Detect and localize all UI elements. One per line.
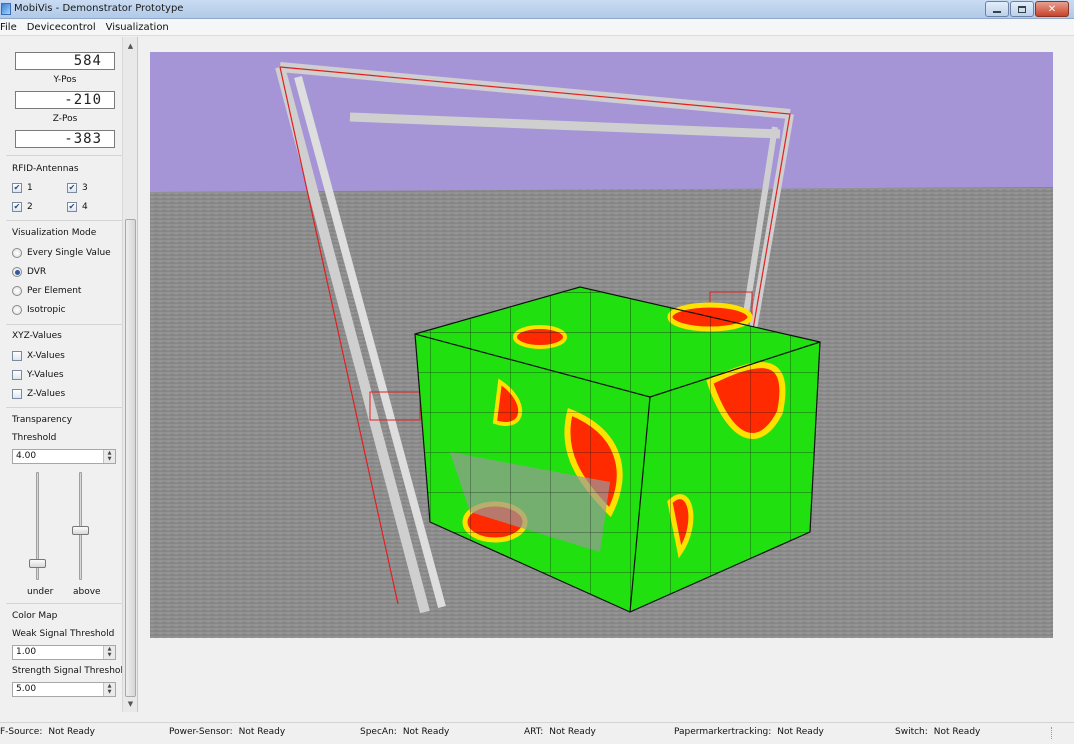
y-pos-display: -210 [15,91,115,109]
scroll-down-icon[interactable]: ▼ [123,697,138,711]
rfid-section-title: RFID-Antennas [12,164,79,174]
threshold-label: Threshold [12,433,57,443]
menu-file[interactable]: File [0,22,20,33]
radio-selected-icon [12,267,22,277]
vis-mode-section-title: Visualization Mode [12,228,97,238]
divider [6,407,122,408]
radio-icon [12,248,22,258]
x-values-checkbox[interactable]: X-Values [12,351,65,361]
checkbox-icon [12,389,22,399]
radio-icon [12,286,22,296]
window-title: MobiVis - Demonstrator Prototype [14,3,184,14]
radio-dvr[interactable]: DVR [12,267,46,277]
scroll-up-icon[interactable]: ▲ [123,39,138,53]
scene-render [150,52,1053,638]
divider [6,155,122,156]
menu-bar: File Devicecontrol Visualization [0,19,1074,36]
antenna-3-checkbox[interactable]: ✔ 3 [67,183,88,193]
antenna-1-checkbox[interactable]: ✔ 1 [12,183,33,193]
status-power-sensor: Power-Sensor: Not Ready [169,727,286,737]
antenna-2-checkbox[interactable]: ✔ 2 [12,202,33,212]
spin-arrows-icon[interactable]: ▲ ▼ [103,646,115,659]
threshold-spinbox[interactable]: 4.00 ▲ ▼ [12,449,116,464]
transparency-section-title: Transparency [12,415,73,425]
radio-isotropic[interactable]: Isotropic [12,305,66,315]
scrollbar-thumb[interactable] [125,219,136,697]
status-switch: Switch: Not Ready [895,727,981,737]
spin-arrows-icon[interactable]: ▲ ▼ [103,450,115,463]
checkbox-icon [12,370,22,380]
checkbox-checked-icon: ✔ [67,183,77,193]
status-papermarkertracking: Papermarkertracking: Not Ready [674,727,824,737]
minimize-icon [993,10,1001,13]
status-specan: SpecAn: Not Ready [360,727,450,737]
app-icon [1,3,11,15]
panel-scrollbar[interactable]: ▲ ▼ [122,37,137,712]
radio-every-single-value[interactable]: Every Single Value [12,248,111,258]
spin-arrows-icon[interactable]: ▲ ▼ [103,683,115,696]
z-pos-display: -383 [15,130,115,148]
maximize-icon [1018,5,1026,13]
radio-icon [12,305,22,315]
under-slider-handle[interactable] [29,559,46,569]
close-button[interactable]: ✕ [1035,1,1069,17]
above-slider-handle[interactable] [72,526,89,536]
window-controls: ✕ [985,1,1069,17]
checkbox-checked-icon: ✔ [12,202,22,212]
size-grip-icon[interactable] [1044,727,1052,739]
z-pos-label: Z-Pos [52,114,78,124]
y-pos-label: Y-Pos [53,75,77,85]
colormap-section-title: Color Map [12,611,58,621]
maximize-button[interactable] [1010,1,1034,17]
radio-per-element[interactable]: Per Element [12,286,81,296]
menu-devicecontrol[interactable]: Devicecontrol [24,22,99,33]
strong-threshold-spinbox[interactable]: 5.00 ▲ ▼ [12,682,116,697]
title-bar: MobiVis - Demonstrator Prototype ✕ [0,0,1074,19]
checkbox-checked-icon: ✔ [12,183,22,193]
control-panel: 584 Y-Pos -210 Z-Pos -383 RFID-Antennas … [0,37,138,712]
threshold-value: 4.00 [16,451,37,461]
status-f-source: F-Source: Not Ready [0,727,95,737]
under-label: under [27,587,54,597]
close-icon: ✕ [1047,3,1057,15]
z-values-checkbox[interactable]: Z-Values [12,389,65,399]
minimize-button[interactable] [985,1,1009,17]
divider [6,603,122,604]
strong-threshold-value: 5.00 [16,684,37,694]
xyz-section-title: XYZ-Values [12,331,62,341]
weak-threshold-label: Weak Signal Threshold [12,629,115,639]
divider [6,220,122,221]
above-label: above [73,587,101,597]
antenna-4-checkbox[interactable]: ✔ 4 [67,202,88,212]
divider [6,324,122,325]
y-values-checkbox[interactable]: Y-Values [12,370,64,380]
checkbox-checked-icon: ✔ [67,202,77,212]
weak-threshold-spinbox[interactable]: 1.00 ▲ ▼ [12,645,116,660]
status-art: ART: Not Ready [524,727,596,737]
status-bar: F-Source: Not Ready Power-Sensor: Not Read… [0,722,1074,742]
strong-threshold-label: Strength Signal Threshold [12,666,129,676]
checkbox-icon [12,351,22,361]
weak-threshold-value: 1.00 [16,647,37,657]
3d-viewport[interactable] [150,52,1053,638]
menu-visualization[interactable]: Visualization [103,22,172,33]
x-pos-display: 584 [15,52,115,70]
